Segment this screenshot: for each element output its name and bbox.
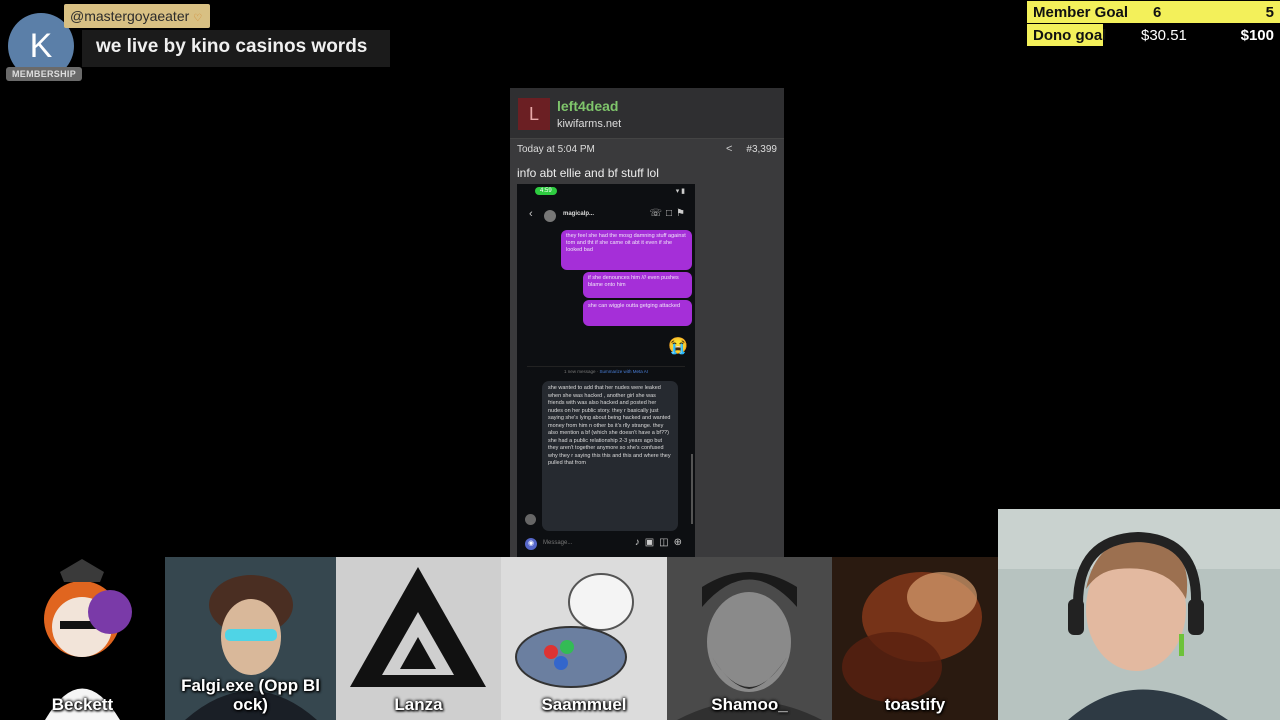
post-author-avatar[interactable]: L (518, 98, 550, 130)
participant-name: Saammuel (541, 695, 627, 714)
post-author-name[interactable]: left4dead (557, 98, 618, 114)
member-goal-target: 5 (1265, 4, 1274, 21)
post-body: info abt ellie and bf stuff lol (517, 166, 659, 180)
phone-time: 4:59 (535, 187, 557, 195)
input-icons: ♪▣◫⊕ (634, 537, 687, 548)
divider-link: Summarize with Meta AI (599, 369, 649, 374)
member-goal-current: 6 (1153, 4, 1162, 21)
webcam-image (998, 509, 1280, 720)
outgoing-message: she can wiggle outta getging attacked (583, 300, 692, 326)
participant-name: Shamoo_ (711, 695, 788, 714)
scrollbar (691, 454, 693, 524)
chat-username: @mastergoyaeater ♡ (64, 4, 211, 28)
participant-name: Beckett (51, 695, 114, 714)
back-arrow-icon: ‹ (529, 208, 533, 220)
share-icon[interactable]: < (726, 143, 732, 155)
webcam-feed (998, 509, 1280, 720)
new-messages-divider: 1 new message · Summarize with Meta AI (527, 366, 685, 374)
forum-post: L left4dead kiwifarms.net Today at 5:04 … (510, 88, 784, 558)
dm-header-icons: ☏□⚑ (649, 208, 689, 219)
participant-name: toastify (884, 695, 946, 714)
post-header: L left4dead kiwifarms.net (510, 88, 784, 139)
participant-name: Falgi.exe (Opp Bl ock) (181, 676, 320, 714)
post-avatar-letter: L (528, 103, 539, 124)
goals-panel: Member Goal 6 5 Dono goal $30.51 $100 (1027, 1, 1280, 47)
sender-avatar (525, 514, 536, 525)
heart-icon: ♡ (193, 13, 203, 24)
post-timestamp[interactable]: Today at 5:04 PM (517, 144, 595, 155)
phone-status-icons: ▾ ▮ (675, 188, 685, 195)
membership-badge: MEMBERSHIP (6, 67, 83, 81)
message-input-bar: ◉ Message... ♪▣◫⊕ (517, 532, 695, 558)
contact-name: magicalp... (563, 211, 595, 217)
participant-tile: Saammuel (501, 557, 667, 720)
chat-message-text: we live by kino casinos words (82, 30, 390, 67)
outgoing-message: if she denounces him /// even pushes bla… (583, 272, 692, 298)
participant-tile: Shamoo_ (667, 557, 832, 720)
post-site: kiwifarms.net (557, 118, 622, 130)
participant-tile: Lanza (336, 557, 501, 720)
chat-avatar-letter: K (29, 26, 53, 65)
attached-screenshot[interactable]: 4:59 ▾ ▮ ‹ magicalp... ☏□⚑ they feel she… (517, 184, 695, 558)
post-number[interactable]: #3,399 (746, 144, 777, 155)
participant-tile: toastify (832, 557, 998, 720)
member-goal-label: Member Goal (1033, 4, 1129, 21)
chat-username-text: @mastergoyaeater (70, 8, 190, 24)
dono-goal-target: $100 (1240, 27, 1274, 44)
dono-goal-current: $30.51 (1141, 27, 1187, 44)
dono-goal-row: Dono goal $30.51 $100 (1027, 24, 1280, 46)
outgoing-message: they feel she had the mosg damning stuff… (561, 230, 692, 270)
dono-goal-label: Dono goal (1033, 27, 1107, 44)
message-placeholder: Message... (543, 540, 573, 546)
chat-message: K MEMBERSHIP @mastergoyaeater ♡ we live b… (6, 3, 396, 83)
member-goal-row: Member Goal 6 5 (1027, 1, 1280, 23)
participant-name: Lanza (394, 695, 443, 714)
contact-avatar (544, 210, 556, 222)
dm-header: ‹ magicalp... ☏□⚑ (517, 204, 695, 228)
participant-tile: Beckett (0, 557, 165, 720)
divider-text: 1 new message · (563, 369, 600, 374)
incoming-message: she wanted to add that her nudes were le… (542, 381, 678, 531)
camera-icon: ◉ (525, 538, 537, 550)
crying-emoji: 😭 (668, 338, 688, 355)
participant-tile: Falgi.exe (Opp Bl ock) (165, 557, 336, 720)
